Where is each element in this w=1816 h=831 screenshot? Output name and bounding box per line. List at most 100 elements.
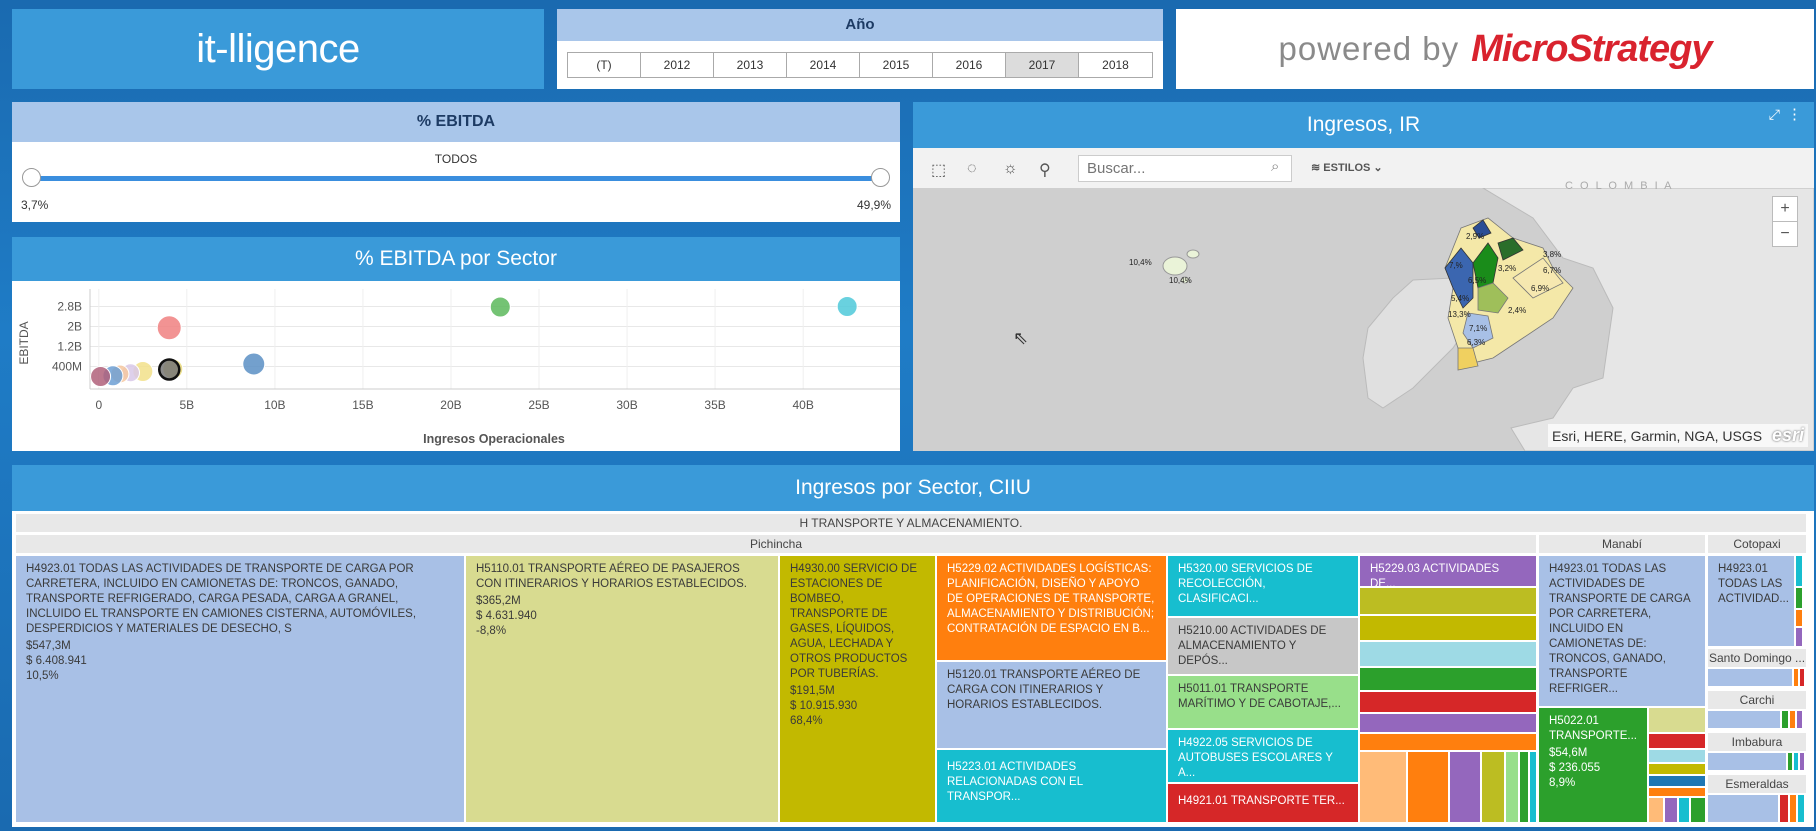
ebitda-slider-track[interactable] bbox=[32, 176, 880, 181]
scatter-point[interactable] bbox=[242, 352, 266, 376]
treemap-tile[interactable] bbox=[1482, 752, 1504, 822]
year-option[interactable]: 2013 bbox=[714, 53, 787, 77]
treemap-tile[interactable] bbox=[1797, 711, 1802, 728]
treemap-tile[interactable]: H4930.00 SERVICIO DE ESTACIONES DE BOMBE… bbox=[780, 556, 935, 822]
styles-dropdown[interactable]: ≋ ESTILOS ⌄ bbox=[1311, 161, 1383, 174]
treemap-tile[interactable] bbox=[1520, 752, 1528, 822]
treemap-tile[interactable] bbox=[1796, 588, 1802, 608]
treemap-tile[interactable] bbox=[1649, 764, 1705, 774]
treemap-tile[interactable] bbox=[1665, 798, 1677, 822]
treemap-tile[interactable] bbox=[1649, 708, 1705, 732]
zoom-out-button[interactable]: − bbox=[1772, 221, 1798, 247]
treemap-tile[interactable] bbox=[1649, 750, 1705, 762]
treemap-tile[interactable] bbox=[1360, 714, 1536, 732]
province-header-manabi[interactable]: Manabí bbox=[1539, 535, 1705, 553]
scatter-point[interactable] bbox=[489, 296, 511, 318]
treemap-tile[interactable] bbox=[1708, 669, 1792, 686]
province-header-esmeraldas[interactable]: Esmeraldas bbox=[1708, 775, 1806, 793]
ebitda-slider-min-handle[interactable] bbox=[22, 168, 41, 187]
treemap-tile[interactable] bbox=[1691, 798, 1705, 822]
treemap-tile[interactable] bbox=[1649, 734, 1705, 748]
treemap-tile[interactable]: H4923.01 TODAS LAS ACTIVIDADES DE TRANSP… bbox=[1539, 556, 1705, 706]
treemap-tile[interactable] bbox=[1796, 628, 1802, 646]
treemap-tile[interactable] bbox=[1360, 616, 1536, 640]
treemap-tile[interactable] bbox=[1708, 711, 1780, 728]
year-option[interactable]: 2015 bbox=[860, 53, 933, 77]
year-option[interactable]: 2012 bbox=[641, 53, 714, 77]
treemap-tile[interactable] bbox=[1649, 776, 1705, 786]
treemap-tile[interactable] bbox=[1360, 642, 1536, 666]
scatter-point[interactable] bbox=[836, 296, 858, 317]
ebitda-slider-max-handle[interactable] bbox=[871, 168, 890, 187]
year-option[interactable]: 2017 bbox=[1006, 53, 1079, 77]
treemap-body[interactable]: H TRANSPORTE Y ALMACENAMIENTO. Pichincha… bbox=[12, 511, 1814, 827]
treemap-tile[interactable]: H5120.01 TRANSPORTE AÉREO DE CARGA CON I… bbox=[937, 662, 1166, 748]
treemap-tile[interactable] bbox=[1360, 734, 1536, 750]
treemap-tile[interactable] bbox=[1794, 753, 1798, 770]
treemap-tile[interactable] bbox=[1790, 711, 1795, 728]
scatter-point[interactable] bbox=[156, 315, 182, 341]
treemap-tile[interactable] bbox=[1530, 752, 1536, 822]
province-header-pichincha[interactable]: Pichincha bbox=[16, 535, 1536, 553]
x-tick-label: 40B bbox=[792, 398, 813, 412]
treemap-tile[interactable]: H5229.02 ACTIVIDADES LOGÍSTICAS: PLANIFI… bbox=[937, 556, 1166, 660]
more-options-icon[interactable]: ⋮ bbox=[1787, 105, 1802, 123]
expand-icon[interactable]: ⤢ bbox=[1769, 106, 1780, 123]
treemap-tile[interactable] bbox=[1649, 788, 1705, 796]
treemap-tile[interactable] bbox=[1798, 795, 1804, 822]
year-option[interactable]: 2016 bbox=[933, 53, 1006, 77]
revenue-by-sector-treemap: Ingresos por Sector, CIIU H TRANSPORTE Y… bbox=[12, 465, 1814, 827]
treemap-tile[interactable] bbox=[1408, 752, 1448, 822]
scatter-point[interactable] bbox=[157, 358, 181, 381]
treemap-tile[interactable] bbox=[1506, 752, 1518, 822]
province-header-carchi[interactable]: Carchi bbox=[1708, 691, 1806, 709]
treemap-tile[interactable] bbox=[1679, 798, 1689, 822]
treemap-tile[interactable]: H5229.03 ACTIVIDADES DE... bbox=[1360, 556, 1536, 586]
treemap-tile[interactable] bbox=[1708, 795, 1778, 822]
rectangle-select-icon[interactable]: ⬚ bbox=[931, 160, 946, 180]
treemap-tile[interactable]: H4923.01 TODAS LAS ACTIVIDADES DE TRANSP… bbox=[16, 556, 464, 822]
treemap-tile[interactable]: H4922.05 SERVICIOS DE AUTOBUSES ESCOLARE… bbox=[1168, 730, 1358, 782]
year-option[interactable]: 2018 bbox=[1079, 53, 1152, 77]
treemap-tile[interactable]: H5110.01 TRANSPORTE AÉREO DE PASAJEROS C… bbox=[466, 556, 778, 822]
search-icon[interactable]: ⌕ bbox=[1271, 158, 1279, 175]
treemap-tile[interactable] bbox=[1794, 669, 1798, 686]
zoom-in-button[interactable]: + bbox=[1772, 196, 1798, 222]
year-option[interactable]: 2014 bbox=[787, 53, 860, 77]
clear-selection-icon[interactable]: ⚲ bbox=[1039, 160, 1051, 180]
map-canvas[interactable]: C O L O M B I A 10,4% 10,4% 2,9% 3,2% 3,8% 6,… bbox=[913, 180, 1814, 451]
treemap-tile[interactable] bbox=[1800, 669, 1804, 686]
treemap-tile[interactable] bbox=[1450, 752, 1480, 822]
treemap-tile[interactable]: H5022.01 TRANSPORTE... $54,6M $ 236.055 … bbox=[1539, 708, 1647, 822]
treemap-tile[interactable]: H5011.01 TRANSPORTE MARÍTIMO Y DE CABOTA… bbox=[1168, 676, 1358, 728]
treemap-tile[interactable] bbox=[1780, 795, 1788, 822]
treemap-tile[interactable]: H5210.00 ACTIVIDADES DE ALMACENAMIENTO Y… bbox=[1168, 618, 1358, 674]
lasso-select-icon[interactable]: ☼ bbox=[1003, 160, 1018, 178]
treemap-tile[interactable] bbox=[1649, 798, 1663, 822]
treemap-tile[interactable] bbox=[1708, 753, 1786, 770]
treemap-tile[interactable]: H5223.01 ACTIVIDADES RELACIONADAS CON EL… bbox=[937, 750, 1166, 822]
map-search-input[interactable] bbox=[1078, 155, 1292, 182]
province-header-santo-domingo[interactable]: Santo Domingo ... bbox=[1708, 649, 1806, 667]
province-header-imbabura[interactable]: Imbabura bbox=[1708, 733, 1806, 751]
treemap-tile[interactable] bbox=[1360, 692, 1536, 712]
treemap-tile[interactable] bbox=[1800, 753, 1804, 770]
microstrategy-logo: MicroStrategy bbox=[1471, 27, 1712, 70]
scatter-point[interactable] bbox=[90, 366, 112, 387]
treemap-tile[interactable]: H4921.01 TRANSPORTE TER... bbox=[1168, 784, 1358, 822]
treemap-tile[interactable]: H5320.00 SERVICIOS DE RECOLECCIÓN, CLASI… bbox=[1168, 556, 1358, 616]
treemap-tile[interactable] bbox=[1360, 588, 1536, 614]
circle-select-icon[interactable]: ◌ bbox=[967, 160, 977, 178]
treemap-tile[interactable] bbox=[1782, 711, 1788, 728]
treemap-tile[interactable] bbox=[1790, 795, 1796, 822]
treemap-tile[interactable] bbox=[1788, 753, 1792, 770]
treemap-tile[interactable] bbox=[1796, 556, 1802, 586]
treemap-tile[interactable] bbox=[1360, 752, 1406, 822]
treemap-tile[interactable] bbox=[1796, 610, 1802, 626]
y-tick-label: 400M bbox=[52, 360, 82, 374]
treemap-tile[interactable]: H4923.01 TODAS LAS ACTIVIDAD... bbox=[1708, 556, 1794, 646]
year-option[interactable]: (T) bbox=[568, 53, 641, 77]
scatter-plot[interactable]: EBITDA Ingresos Operacionales 2.8B 2B 1.2B… bbox=[12, 281, 900, 451]
province-header-cotopaxi[interactable]: Cotopaxi bbox=[1708, 535, 1806, 553]
treemap-tile[interactable] bbox=[1360, 668, 1536, 690]
